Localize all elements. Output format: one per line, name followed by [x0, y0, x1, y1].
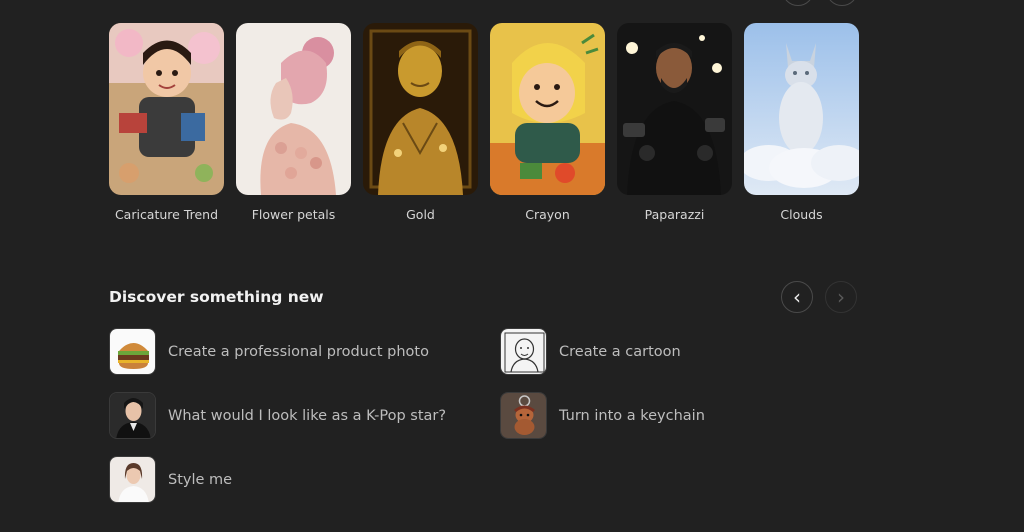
style-tile-crayon[interactable]: Crayon	[490, 23, 605, 222]
style-tile-gold[interactable]: Gold	[363, 23, 478, 222]
style-tile-caricature[interactable]: Caricature Trend	[109, 23, 224, 222]
discover-prev-button[interactable]: ‹	[781, 281, 813, 313]
discover-item-product-photo[interactable]: Create a professional product photo	[109, 328, 429, 375]
burger-image	[109, 328, 156, 375]
style-tile-label: Crayon	[525, 207, 570, 222]
flower-petals-image	[236, 23, 351, 195]
style-tile-clouds[interactable]: Clouds	[744, 23, 859, 222]
style-tiles-row: Caricature Trend Flower petals Gold Cray…	[109, 23, 859, 222]
discover-item-keychain[interactable]: Turn into a keychain	[500, 392, 705, 439]
style-tile-label: Caricature Trend	[114, 207, 219, 222]
discover-item-label: Create a cartoon	[559, 343, 681, 360]
style-tile-label: Paparazzi	[644, 207, 705, 222]
discover-item-label: Create a professional product photo	[168, 343, 429, 360]
caricature-image	[109, 23, 224, 195]
style-tile-label: Clouds	[780, 207, 823, 222]
paparazzi-image	[617, 23, 732, 195]
discover-title: Discover something new	[109, 288, 324, 306]
discover-item-label: Style me	[168, 471, 233, 488]
cloud-cat-image	[744, 23, 859, 195]
style-tile-flower-petals[interactable]: Flower petals	[236, 23, 351, 222]
crayon-drawing-image	[490, 23, 605, 195]
chevron-left-icon: ‹	[793, 285, 801, 309]
style-tile-label: Flower petals	[251, 207, 336, 222]
discover-item-cartoon[interactable]: Create a cartoon	[500, 328, 681, 375]
discover-next-button[interactable]: ›	[825, 281, 857, 313]
style-portrait-image	[109, 456, 156, 503]
top-next-button[interactable]	[826, 0, 858, 6]
cartoon-sketch-image	[500, 328, 547, 375]
kpop-portrait-image	[109, 392, 156, 439]
discover-item-label: What would I look like as a K-Pop star?	[168, 407, 447, 424]
chevron-right-icon: ›	[837, 285, 845, 309]
style-tile-label: Gold	[406, 207, 435, 222]
style-tile-paparazzi[interactable]: Paparazzi	[617, 23, 732, 222]
discover-item-label: Turn into a keychain	[559, 407, 705, 424]
gold-statue-image	[363, 23, 478, 195]
discover-item-kpop[interactable]: What would I look like as a K-Pop star?	[109, 392, 446, 439]
top-prev-button[interactable]	[782, 0, 814, 6]
keychain-image	[500, 392, 547, 439]
discover-item-style-me[interactable]: Style me	[109, 456, 232, 503]
